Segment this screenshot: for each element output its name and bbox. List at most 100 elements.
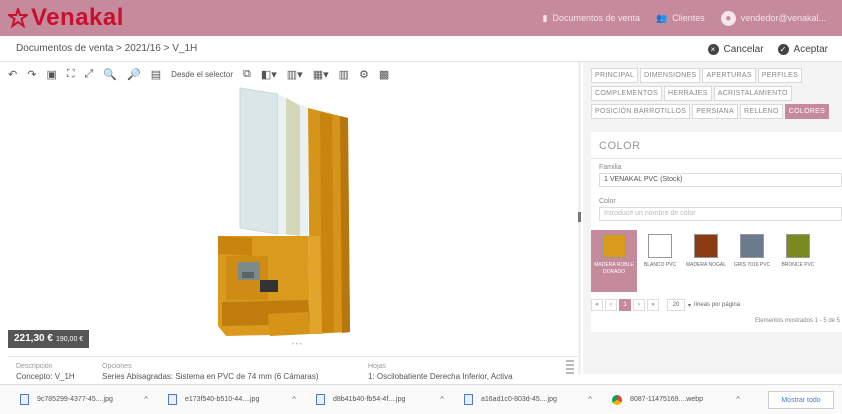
selector-icon[interactable]: ▤ [151, 68, 161, 81]
window-profile-render [218, 87, 350, 336]
download-item[interactable]: 9c785299-4377-45....jpg ^ [20, 394, 148, 405]
per-page-select[interactable]: 20 [667, 299, 685, 311]
config-tabs: PRINCIPAL DIMENSIONES APERTURAS PERFILES CO… [591, 68, 842, 122]
info-scrollbar[interactable] [566, 360, 574, 380]
tab-principal[interactable]: PRINCIPAL [591, 68, 639, 83]
tab-dimensiones[interactable]: DIMENSIONES [640, 68, 701, 83]
download-item[interactable]: 8087-11475169....webp ^ [612, 394, 740, 405]
viewer-resize-handle[interactable]: • • • [292, 342, 302, 348]
color-label: Color [599, 198, 616, 205]
tab-acristalamiento[interactable]: ACRISTALAMIENTO [713, 86, 792, 101]
color-swatches: MADERA ROBLE DORADO BLANCO PVC MADERA NOGA… [591, 230, 842, 292]
color-swatch[interactable]: BRONCE PVC [775, 230, 821, 292]
pagination: « ‹ 1 › » 20 ▾ líneas por página [591, 296, 842, 314]
nav-documents[interactable]: ▮ Documentos de venta [543, 13, 641, 24]
copy-icon[interactable]: ⧉ [243, 68, 251, 81]
chrome-icon [612, 394, 622, 405]
frame-icon[interactable]: ▣ [46, 68, 56, 81]
from-selector-button[interactable]: Desde el selector [171, 70, 233, 79]
grid-dropdown-icon[interactable]: ▦▾ [313, 68, 329, 81]
download-filename: d8b41b40-fb54-4f....jpg [333, 396, 406, 403]
swatch-chip [740, 234, 764, 258]
user-avatar-icon: ● [720, 10, 736, 26]
accept-button[interactable]: ✓ Aceptar [777, 43, 828, 55]
chevron-down-icon: ▾ [688, 302, 692, 309]
fit-icon[interactable]: ⛶ [67, 68, 75, 81]
accept-label: Aceptar [793, 43, 828, 55]
tabs-row-1: PRINCIPAL DIMENSIONES APERTURAS PERFILES [591, 68, 842, 83]
family-field: Familia 1 VENAKAL PVC (Stock) [599, 164, 842, 187]
swatch-chip [648, 234, 672, 258]
brand-logo[interactable]: Venakal [8, 4, 124, 32]
profile-3d-viewer[interactable]: • • • [8, 86, 576, 348]
zoom-in-icon[interactable]: 🔍 [103, 68, 117, 81]
cancel-icon: × [707, 43, 719, 55]
download-filename: e173f540-b510-44....jpg [185, 396, 260, 403]
swatch-name: GRIS 7016 PVC [733, 262, 771, 268]
user-menu[interactable]: ● vendedor@venakal... [720, 10, 826, 26]
chevron-up-icon[interactable]: ^ [440, 395, 444, 404]
color-card-title: COLOR [599, 140, 641, 152]
next-page-button[interactable]: › [633, 299, 645, 311]
prev-page-button[interactable]: ‹ [605, 299, 617, 311]
family-select[interactable]: 1 VENAKAL PVC (Stock) [599, 173, 842, 187]
divider [591, 158, 842, 159]
swatch-chip [786, 234, 810, 258]
swatch-chip [694, 234, 718, 258]
color-swatch[interactable]: BLANCO PVC [637, 230, 683, 292]
description-section: Descripción Concepto: V_1H [16, 363, 75, 381]
splitter-grip[interactable] [578, 212, 581, 222]
pattern-icon[interactable]: ▩ [379, 68, 389, 81]
tab-herrajes[interactable]: HERRAJES [663, 86, 712, 101]
top-header: Venakal ▮ Documentos de venta 👥 Clientes… [0, 0, 842, 36]
user-name: vendedor@venakal... [740, 13, 826, 23]
nav-clients[interactable]: 👥 Clientes [656, 13, 705, 24]
item-info-bar: Descripción Concepto: V_1H Opciones Seri… [8, 356, 578, 384]
chevron-up-icon[interactable]: ^ [588, 395, 592, 404]
settings-icon[interactable]: ⚙ [359, 68, 369, 81]
zoom-out-icon[interactable]: 🔎 [127, 68, 141, 81]
top-nav: ▮ Documentos de venta 👥 Clientes ● vende… [543, 0, 842, 36]
family-label: Familia [599, 164, 622, 171]
tab-posición-barrotillos[interactable]: POSICIÓN BARROTILLOS [591, 104, 691, 119]
tab-perfiles[interactable]: PERFILES [757, 68, 803, 83]
first-page-button[interactable]: « [591, 299, 603, 311]
undo-icon[interactable]: ↶ [8, 68, 17, 81]
panel-splitter[interactable] [578, 62, 581, 374]
image-file-icon [20, 394, 29, 405]
tabs-row-3: POSICIÓN BARROTILLOS PERSIANA RELLENO COLOR… [591, 104, 842, 119]
swatch-name: BLANCO PVC [643, 262, 677, 268]
breadcrumb-row: Documentos de venta > 2021/16 > V_1H × C… [0, 36, 842, 62]
tab-relleno[interactable]: RELLENO [740, 104, 783, 119]
layers-dropdown-icon[interactable]: ▥▾ [287, 68, 303, 81]
tab-complementos[interactable]: COMPLEMENTOS [591, 86, 662, 101]
expand-icon[interactable]: ⤢ [85, 68, 94, 81]
cancel-button[interactable]: × Cancelar [707, 43, 764, 55]
split-icon[interactable]: ▥ [339, 68, 349, 81]
swatch-name: MADERA NOGAL [685, 262, 726, 268]
color-swatch[interactable]: MADERA NOGAL [683, 230, 729, 292]
tab-colores[interactable]: COLORES [784, 104, 830, 119]
show-all-button[interactable]: Mostrar todo [768, 391, 834, 409]
color-search-input[interactable]: Introduce un nombre de color [599, 207, 842, 221]
color-swatch[interactable]: MADERA ROBLE DORADO [591, 230, 637, 292]
description-value: Concepto: V_1H [16, 372, 75, 381]
current-page[interactable]: 1 [619, 299, 631, 311]
color-swatch[interactable]: GRIS 7016 PVC [729, 230, 775, 292]
download-item[interactable]: e173f540-b510-44....jpg ^ [168, 394, 296, 405]
chevron-up-icon[interactable]: ^ [144, 395, 148, 404]
tab-persiana[interactable]: PERSIANA [692, 104, 738, 119]
price-net: 190,00 € [55, 336, 84, 343]
download-item[interactable]: d8b41b40-fb54-4f....jpg ^ [316, 394, 444, 405]
per-page-label: líneas por página [694, 302, 741, 308]
download-filename: 9c785299-4377-45....jpg [37, 396, 113, 403]
breadcrumb[interactable]: Documentos de venta > 2021/16 > V_1H [16, 43, 197, 54]
chevron-up-icon[interactable]: ^ [292, 395, 296, 404]
download-filename: 8087-11475169....webp [630, 396, 704, 403]
download-item[interactable]: a16ad1c0-803d-45....jpg ^ [464, 394, 592, 405]
chevron-up-icon[interactable]: ^ [736, 395, 740, 404]
redo-icon[interactable]: ↷ [27, 68, 36, 81]
view-dropdown-icon[interactable]: ◧▾ [261, 68, 277, 81]
last-page-button[interactable]: » [647, 299, 659, 311]
tab-aperturas[interactable]: APERTURAS [702, 68, 756, 83]
